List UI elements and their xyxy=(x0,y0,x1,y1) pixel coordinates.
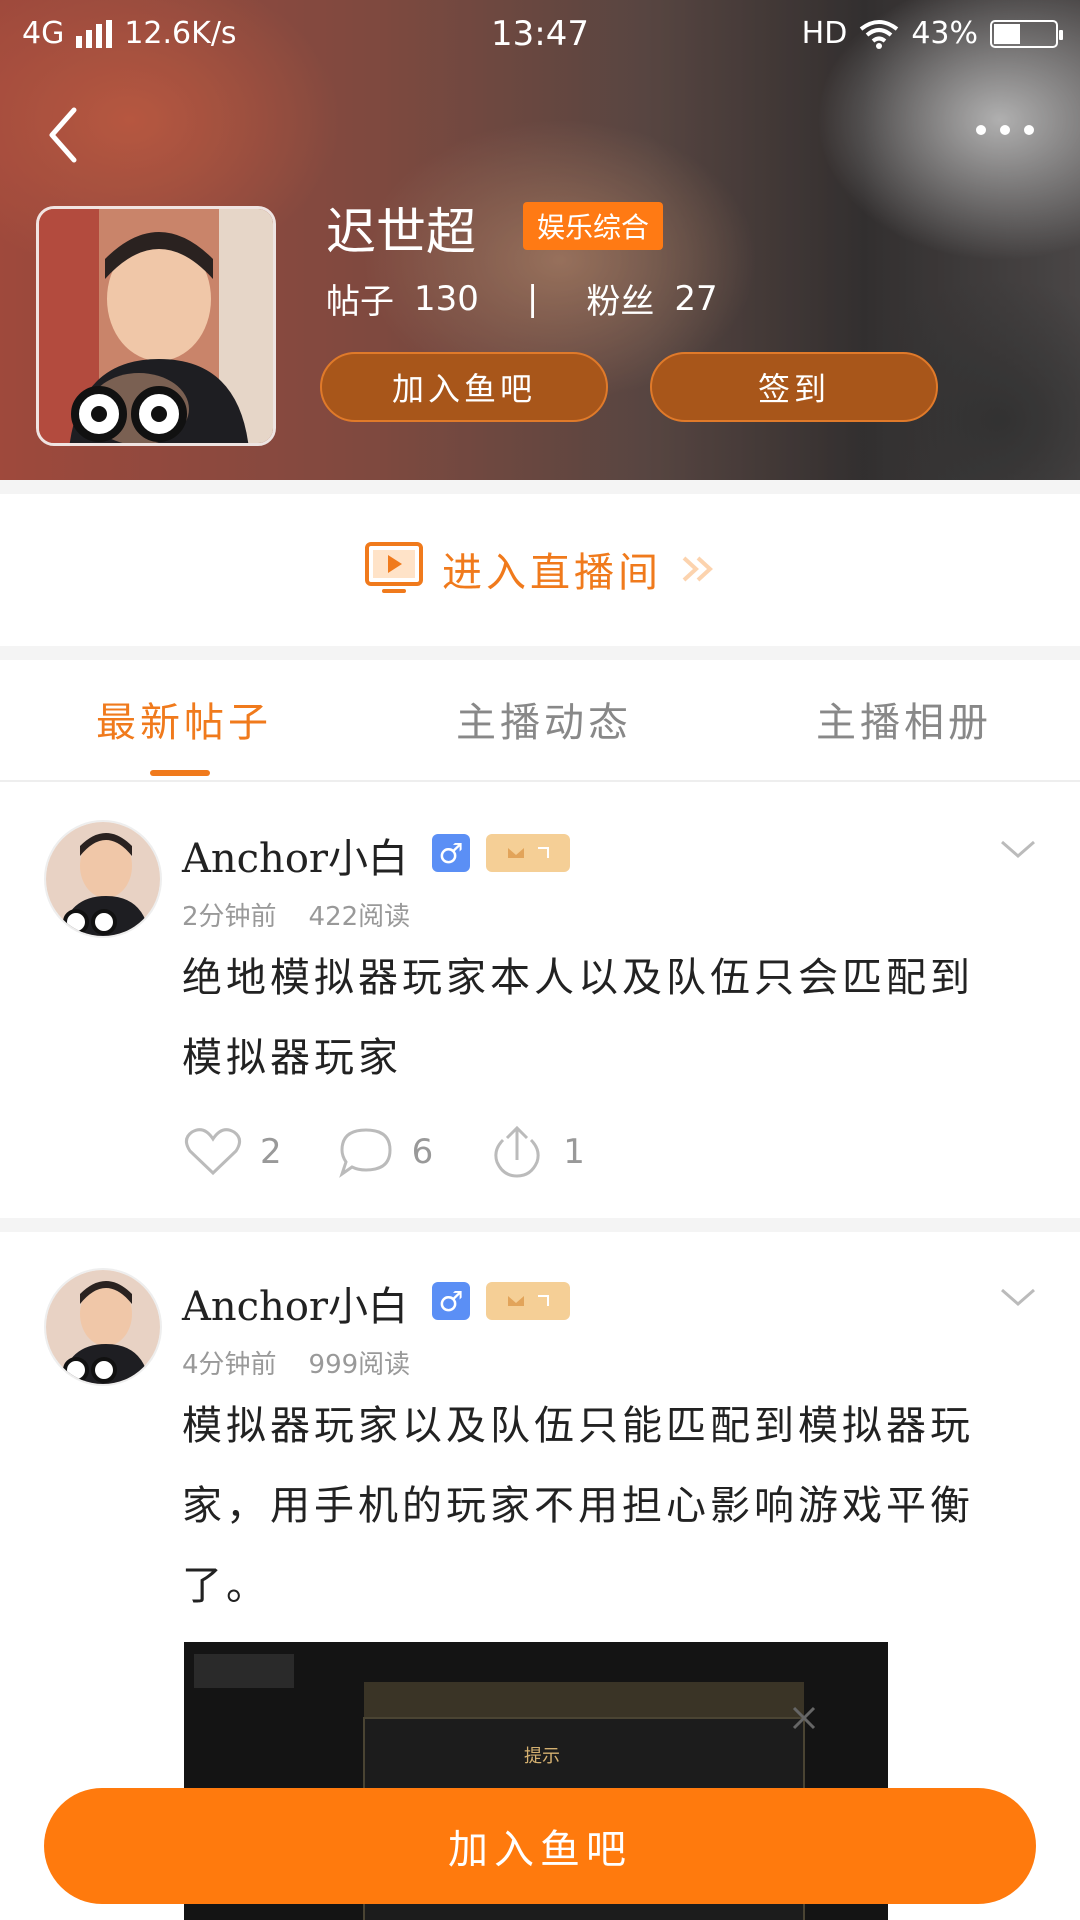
join-fishbar-button[interactable]: 加入鱼吧 xyxy=(320,352,608,422)
post-author-name[interactable]: Anchor小白 xyxy=(182,1274,408,1332)
fans-count: 27 xyxy=(674,278,718,319)
share-button[interactable]: 1 xyxy=(489,1124,585,1180)
male-gender-icon: ♂ xyxy=(432,834,470,872)
comment-bubble-icon xyxy=(338,1128,392,1178)
post-author-name[interactable]: Anchor小白 xyxy=(182,826,408,884)
level-badge-icon xyxy=(486,1282,570,1320)
more-options-icon[interactable] xyxy=(970,110,1040,150)
profile-header: 4G 12.6K/s 13:47 HD 43% 迟世超 娱乐综合 帖子 130 … xyxy=(0,0,1080,480)
status-bar: 4G 12.6K/s 13:47 HD 43% xyxy=(0,0,1080,70)
active-tab-indicator xyxy=(150,770,210,776)
section-divider xyxy=(0,646,1080,660)
like-button[interactable]: 2 xyxy=(184,1127,282,1177)
section-divider xyxy=(0,480,1080,494)
post-meta: 2分钟前 422阅读 xyxy=(182,896,410,933)
back-arrow-icon[interactable] xyxy=(40,100,90,170)
tab-latest-posts[interactable]: 最新帖子 xyxy=(96,690,272,748)
post-time: 4分钟前 xyxy=(182,1350,277,1380)
category-badge: 娱乐综合 xyxy=(523,202,664,250)
double-chevron-icon xyxy=(682,556,713,582)
battery-percent: 43% xyxy=(911,16,978,51)
enter-live-room-link[interactable]: 进入直播间 xyxy=(0,494,1080,644)
tab-anchor-updates[interactable]: 主播动态 xyxy=(456,690,632,748)
dialog-title: 提示 xyxy=(524,1746,560,1767)
profile-stats: 帖子 130 | 粉丝 27 xyxy=(326,274,718,323)
hd-indicator: HD xyxy=(801,16,848,51)
posts-count: 130 xyxy=(414,278,479,319)
posts-label: 帖子 xyxy=(326,282,394,322)
post-divider xyxy=(0,1218,1080,1232)
tab-anchor-album[interactable]: 主播相册 xyxy=(816,690,992,748)
post-card[interactable]: Anchor小白 ♂ 2分钟前 422阅读 绝地模拟器玩家本人以及队伍只会匹配到… xyxy=(0,784,1080,1216)
profile-avatar[interactable] xyxy=(36,206,276,446)
post-reads: 999阅读 xyxy=(308,1350,411,1380)
profile-name: 迟世超 xyxy=(326,203,476,261)
like-count: 2 xyxy=(260,1132,282,1172)
share-icon xyxy=(494,1125,540,1178)
post-time: 2分钟前 xyxy=(182,902,277,932)
post-actions: 2 6 1 xyxy=(184,1124,641,1180)
post-reads: 422阅读 xyxy=(308,902,411,932)
post-content[interactable]: 绝地模拟器玩家本人以及队伍只会匹配到模拟器玩家 xyxy=(182,938,1012,1098)
post-author-avatar[interactable] xyxy=(44,1268,162,1386)
chevron-down-icon[interactable] xyxy=(998,834,1038,864)
comment-button[interactable]: 6 xyxy=(338,1126,434,1178)
live-tv-icon xyxy=(365,542,423,593)
battery-icon xyxy=(990,19,1063,48)
level-badge-icon xyxy=(486,834,570,872)
stats-separator: | xyxy=(526,278,539,319)
wifi-icon xyxy=(860,19,899,49)
post-content[interactable]: 模拟器玩家以及队伍只能匹配到模拟器玩家，用手机的玩家不用担心影响游戏平衡了。 xyxy=(182,1386,1012,1626)
live-entry-label: 进入直播间 xyxy=(442,550,662,596)
chevron-down-icon[interactable] xyxy=(998,1282,1038,1312)
share-count: 1 xyxy=(563,1132,585,1172)
fans-label: 粉丝 xyxy=(586,282,655,322)
join-fishbar-bottom-button[interactable]: 加入鱼吧 xyxy=(44,1788,1036,1904)
heart-icon xyxy=(185,1128,241,1176)
content-tabs: 最新帖子 主播动态 主播相册 xyxy=(0,660,1080,782)
checkin-button[interactable]: 签到 xyxy=(650,352,938,422)
male-gender-icon: ♂ xyxy=(432,1282,470,1320)
post-author-avatar[interactable] xyxy=(44,820,162,938)
post-meta: 4分钟前 999阅读 xyxy=(182,1344,410,1381)
comment-count: 6 xyxy=(411,1132,434,1172)
